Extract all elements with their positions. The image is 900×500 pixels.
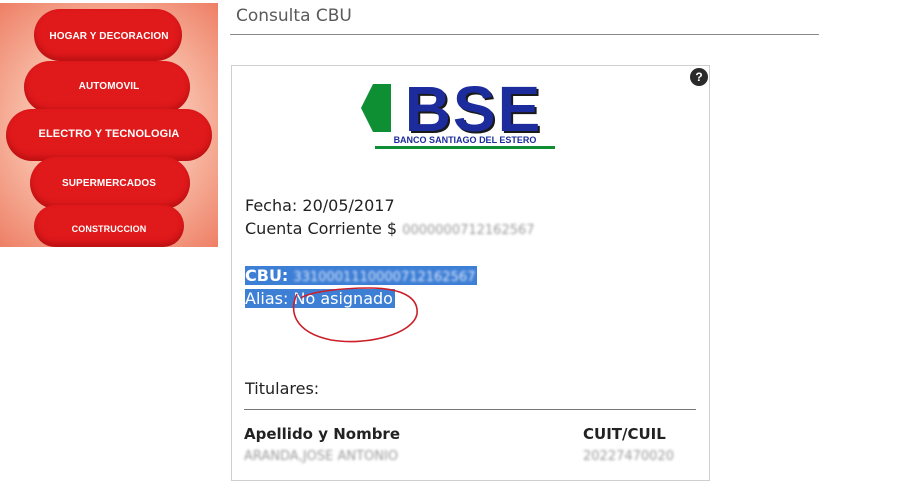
logo-subtitle: BANCO SANTIAGO DEL ESTERO: [375, 134, 555, 149]
leaf-icon: [361, 84, 391, 132]
col-header-cuit: CUIT/CUIL: [583, 425, 666, 443]
holder-name: ARANDA,JOSE ANTONIO: [244, 449, 399, 464]
col-header-name: Apellido y Nombre: [244, 425, 401, 443]
cbu-label: CBU:: [245, 266, 289, 285]
fecha-value: 20/05/2017: [302, 196, 395, 215]
titulares-heading: Titulares:: [245, 379, 320, 398]
alias-row[interactable]: Alias: No asignado: [245, 289, 395, 308]
category-automovil[interactable]: AUTOMOVIL: [0, 81, 218, 92]
fecha-label: Fecha:: [245, 196, 298, 215]
fecha-row: Fecha: 20/05/2017: [245, 196, 395, 215]
category-electro[interactable]: ELECTRO Y TECNOLOGIA: [0, 128, 218, 140]
category-hogar[interactable]: HOGAR Y DECORACION: [0, 31, 218, 42]
alias-label: Alias:: [245, 289, 289, 308]
holders-divider: [244, 409, 696, 410]
help-icon[interactable]: ?: [690, 68, 708, 86]
holder-cuit: 20227470020: [583, 449, 674, 464]
cbu-row[interactable]: CBU: 3310001110000712162567: [245, 266, 478, 285]
cbu-value: 3310001110000712162567: [293, 270, 476, 285]
cuenta-label: Cuenta Corriente $: [245, 219, 398, 238]
category-construccion[interactable]: CONSTRUCCION: [0, 224, 218, 234]
cuenta-row: Cuenta Corriente $ 0000000712162567: [245, 219, 535, 238]
title-divider: [230, 34, 819, 35]
alias-value: No asignado: [293, 289, 393, 308]
category-banner: HOGAR Y DECORACION AUTOMOVIL ELECTRO Y T…: [0, 3, 218, 247]
category-supermercados[interactable]: SUPERMERCADOS: [0, 178, 218, 189]
cuenta-number: 0000000712162567: [402, 223, 535, 238]
page-title: Consulta CBU: [236, 6, 352, 26]
bank-logo: BSE BANCO SANTIAGO DEL ESTERO: [361, 73, 557, 154]
